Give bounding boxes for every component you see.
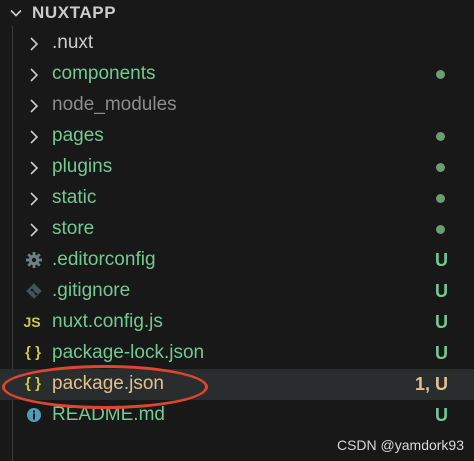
tree-item-gitignore-file[interactable]: .gitignore U — [0, 276, 474, 307]
tree-item-nuxt-folder[interactable]: .nuxt — [0, 28, 474, 59]
tree-item-components-folder[interactable]: components — [0, 59, 474, 90]
tree-item-label: plugins — [52, 156, 113, 177]
chevron-right-icon — [30, 130, 39, 144]
git-status-badge: U — [435, 405, 448, 425]
tree-item-static-folder[interactable]: static — [0, 183, 474, 214]
tree-item-label: pages — [52, 125, 104, 146]
explorer-section-header[interactable]: NUXTAPP — [0, 0, 474, 26]
json-icon: { } — [25, 344, 41, 361]
chevron-right-icon — [30, 223, 39, 237]
tree-item-label: .gitignore — [52, 280, 131, 301]
chevron-right-icon — [30, 68, 39, 82]
explorer-title: NUXTAPP — [32, 3, 117, 22]
git-status-badge: U — [435, 281, 448, 301]
git-status-badge: U — [435, 312, 448, 332]
chevron-right-icon — [30, 99, 39, 113]
info-icon — [27, 408, 41, 422]
tree-item-plugins-folder[interactable]: plugins — [0, 152, 474, 183]
chevron-right-icon — [30, 192, 39, 206]
git-status-badge: 1, U — [414, 374, 448, 394]
tree-item-label: package-lock.json — [52, 342, 205, 363]
git-status-dot — [436, 225, 445, 234]
git-status-dot — [436, 132, 445, 141]
tree-item-label: node_modules — [52, 94, 177, 115]
tree-item-label: nuxt.config.js — [52, 311, 163, 332]
git-status-badge: U — [435, 343, 448, 363]
git-icon — [26, 283, 42, 299]
tree-item-node-modules-folder[interactable]: node_modules — [0, 90, 474, 121]
tree-item-package-lock-file[interactable]: { } package-lock.json U — [0, 338, 474, 369]
chevron-down-icon[interactable] — [8, 5, 24, 21]
tree-item-label: store — [52, 218, 95, 239]
chevron-right-icon — [30, 161, 39, 175]
file-explorer: NUXTAPP .nuxt components node_modules pa… — [0, 0, 474, 461]
gear-icon — [26, 252, 42, 268]
tree-item-label: static — [52, 187, 97, 208]
git-status-dot — [436, 194, 445, 203]
tree-item-editorconfig-file[interactable]: .editorconfig U — [0, 245, 474, 276]
tree-item-store-folder[interactable]: store — [0, 214, 474, 245]
git-status-badge: U — [435, 250, 448, 270]
red-circle-annotation — [2, 365, 208, 409]
js-icon: JS — [23, 314, 41, 330]
tree-item-label: .nuxt — [52, 32, 94, 53]
git-status-dot — [436, 70, 445, 79]
git-status-dot — [436, 163, 445, 172]
chevron-right-icon — [30, 37, 39, 51]
tree-item-label: components — [52, 63, 156, 84]
tree-item-pages-folder[interactable]: pages — [0, 121, 474, 152]
tree-item-label: .editorconfig — [52, 249, 156, 270]
tree-item-nuxt-config-file[interactable]: JS nuxt.config.js U — [0, 307, 474, 338]
watermark-text: CSDN @yamdork93 — [336, 437, 464, 453]
